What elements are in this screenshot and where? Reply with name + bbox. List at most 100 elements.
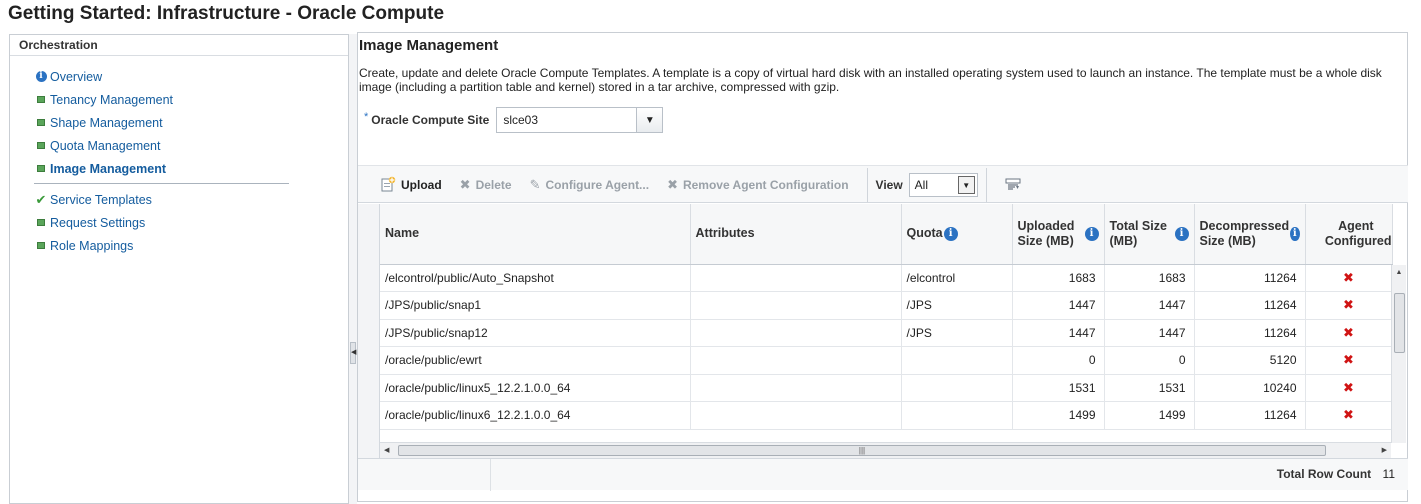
compute-site-label: Oracle Compute Site [371,113,490,127]
cell-total-size: 1531 [1104,374,1195,402]
required-indicator: * [364,111,369,123]
remove-agent-label: Remove Agent Configuration [682,178,849,192]
total-header-line2: (MB) [1109,233,1138,248]
nav-item-image-management[interactable]: Image Management [10,157,348,180]
column-header-attributes[interactable]: Attributes [690,204,902,265]
quota-header-label: Quota [906,226,943,241]
compute-site-row: * Oracle Compute Site slce03 ▼ [364,107,664,133]
configure-agent-button[interactable]: ✎ Configure Agent... [530,177,649,193]
cell-attributes [690,346,902,375]
horizontal-scrollbar[interactable]: ◀ ||| ▶ [380,442,1391,458]
vertical-scroll-thumb[interactable] [1394,293,1405,353]
cell-quota: /JPS [901,291,1013,320]
cell-uploaded-size: 1499 [1012,401,1105,430]
remove-icon: ✖ [667,177,678,192]
checkmark-icon: ✔ [35,192,47,207]
cell-name: /elcontrol/public/Auto_Snapshot [380,264,691,292]
scroll-right-icon[interactable]: ▶ [1382,446,1387,454]
not-configured-icon: ✖ [1343,324,1354,340]
decomp-header-line1: Decompressed [1199,218,1290,233]
column-header-quota[interactable]: Quota i [901,204,1013,265]
column-header-name[interactable]: Name [380,204,691,265]
green-square-icon [34,116,48,130]
table-row[interactable]: /oracle/public/ewrt 0 0 5120 ✖ [380,346,1393,375]
uploaded-header-line1: Uploaded [1017,218,1075,233]
nav-item-service-templates[interactable]: ✔ Service Templates [10,188,348,211]
nav-item-tenancy-management[interactable]: Tenancy Management [10,88,348,111]
cell-attributes [690,374,902,402]
green-square-icon [34,162,48,176]
nav-item-label: Tenancy Management [50,92,173,107]
table-toolbar: Upload ✖ Delete ✎ Configure Agent... ✖ R… [358,165,1408,203]
nav-item-quota-management[interactable]: Quota Management [10,134,348,157]
dropdown-arrow-icon[interactable]: ▼ [636,108,663,132]
images-grid: Name Attributes Quota i Uploaded Size (MB)… [380,204,1393,430]
not-configured-icon: ✖ [1343,297,1354,313]
compute-site-select[interactable]: slce03 ▼ [496,107,664,133]
nav-item-request-settings[interactable]: Request Settings [10,211,348,234]
nav-list: i Overview Tenancy Management Shape Mana… [10,65,348,257]
panel-splitter[interactable]: ◀ [349,34,357,504]
cell-uploaded-size: 1683 [1012,264,1105,292]
cell-total-size: 1447 [1104,291,1195,320]
image-management-panel: Image Management Create, update and dele… [357,32,1408,502]
nav-item-label: Request Settings [50,215,146,230]
column-header-uploaded-size[interactable]: Uploaded Size (MB) i [1012,204,1105,265]
toolbar-divider [985,168,987,202]
vertical-scrollbar[interactable]: ▲ [1391,265,1406,443]
nav-item-role-mappings[interactable]: Role Mappings [10,234,348,257]
cell-name: /oracle/public/linux6_12.2.1.0.0_64 [380,401,691,430]
upload-label: Upload [401,178,442,192]
nav-divider [34,183,289,184]
cell-name: /JPS/public/snap12 [380,319,691,347]
table-row[interactable]: /oracle/public/linux6_12.2.1.0.0_64 1499… [380,401,1393,430]
info-icon[interactable]: i [1290,226,1300,241]
delete-label: Delete [475,178,512,192]
info-icon[interactable]: i [943,226,958,241]
orchestration-header: Orchestration [10,35,348,56]
remove-agent-configuration-button[interactable]: ✖ Remove Agent Configuration [667,177,848,193]
table-row[interactable]: /JPS/public/snap12 /JPS 1447 1447 11264 … [380,319,1393,347]
cell-total-size: 1447 [1104,319,1195,347]
cell-total-size: 1499 [1104,401,1195,430]
column-header-agent-configured[interactable]: Agent Configured [1305,204,1393,265]
delete-button[interactable]: ✖ Delete [460,177,512,193]
horizontal-scroll-thumb[interactable]: ||| [398,445,1326,456]
view-value: All [914,178,929,192]
nav-item-label: Image Management [50,161,167,176]
cell-attributes [690,401,902,430]
table-row[interactable]: /elcontrol/public/Auto_Snapshot /elcontr… [380,264,1393,292]
pencil-icon: ✎ [529,177,541,192]
upload-button[interactable]: Upload [380,176,442,195]
nav-item-overview[interactable]: i Overview [10,65,348,88]
info-icon[interactable]: i [1084,226,1099,241]
nav-item-label: Quota Management [50,138,161,153]
page-title: Getting Started: Infrastructure - Oracle… [8,3,445,24]
cell-uploaded-size: 1447 [1012,319,1105,347]
column-header-total-size[interactable]: Total Size (MB) i [1104,204,1195,265]
delete-icon: ✖ [459,177,471,192]
footer-divider [490,459,491,491]
info-icon[interactable]: i [1174,226,1189,241]
dropdown-arrow-icon[interactable]: ▼ [957,176,975,194]
cell-total-size: 1683 [1104,264,1195,292]
row-count-value: 11 [1382,467,1395,481]
cell-uploaded-size: 1447 [1012,291,1105,320]
green-square-icon [34,139,48,153]
not-configured-icon: ✖ [1343,269,1354,285]
query-by-example-icon[interactable] [999,174,1027,196]
scroll-up-icon[interactable]: ▲ [1392,265,1406,280]
cell-attributes [690,264,902,292]
collapse-left-icon[interactable]: ◀ [350,342,356,364]
nav-item-shape-management[interactable]: Shape Management [10,111,348,134]
table-row[interactable]: /oracle/public/linux5_12.2.1.0.0_64 1531… [380,374,1393,402]
view-select[interactable]: All ▼ [908,173,978,197]
view-label: View [875,178,903,192]
cell-decompressed-size: 10240 [1194,374,1306,402]
green-square-icon [34,239,48,253]
orchestration-panel: Orchestration i Overview Tenancy Managem… [9,34,349,504]
table-row[interactable]: /JPS/public/snap1 /JPS 1447 1447 11264 ✖ [380,291,1393,320]
scroll-left-icon[interactable]: ◀ [384,446,389,454]
compute-site-value: slce03 [503,113,538,127]
column-header-decompressed-size[interactable]: Decompressed Size (MB) i [1194,204,1306,265]
